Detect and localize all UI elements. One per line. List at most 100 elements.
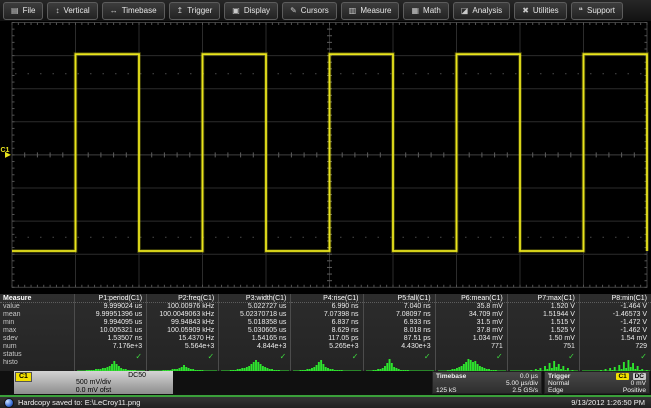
measure-sdev-cell: 1.50 mV (508, 335, 579, 343)
measure-column-p8: P8:min(C1)-1.464 V-1.46573 V-1.472 V-1.4… (579, 294, 651, 371)
measure-sdev-cell: 1.54 mV (580, 335, 651, 343)
menu-button-label: Utilities (533, 6, 559, 15)
timebase-descriptor[interactable]: Timebase 0.0 µs 5.00 µs/div 125 kS 2.5 G… (432, 371, 542, 394)
menu-button-support[interactable]: ❝Support (571, 2, 623, 20)
status-bar: Hardcopy saved to: E:\LeCroy11.png 9/13/… (0, 395, 651, 408)
file-icon: ▤ (11, 7, 19, 15)
measure-row-label: mean (0, 311, 74, 319)
measure-icon: ▥ (349, 7, 357, 15)
trigger-slope: Positive (623, 387, 646, 394)
measure-sdev-cell: 117.05 ps (291, 335, 362, 343)
measure-row-label: min (0, 319, 74, 327)
measure-column-p2: P2:freq(C1)100.00976 kHz100.0049063 kHz9… (146, 294, 218, 371)
trigger-descriptor[interactable]: Trigger C1 DC Normal 0 mV Edge Positive (544, 371, 650, 394)
support-icon: ❝ (579, 7, 583, 15)
measure-value-cell: 1.520 V (508, 303, 579, 311)
measure-mean-cell: -1.46573 V (580, 311, 651, 319)
menu-button-label: Measure (360, 6, 391, 15)
measure-column-header[interactable]: P1:period(C1) (75, 294, 146, 303)
measure-num-cell: 771 (436, 343, 507, 351)
trigger-source-badge: C1 (616, 373, 628, 380)
measure-column-header[interactable]: P3:width(C1) (219, 294, 290, 303)
menu-button-label: Cursors (301, 6, 329, 15)
measure-row-label: Measure (0, 294, 74, 303)
measure-sdev-cell: 1.034 mV (436, 335, 507, 343)
display-icon: ▣ (232, 7, 240, 15)
measure-sdev-cell: 15.4370 Hz (147, 335, 218, 343)
measure-min-cell: 1.515 V (508, 319, 579, 327)
status-message: Hardcopy saved to: E:\LeCroy11.png (18, 398, 140, 407)
menu-button-math[interactable]: ▦ Math (403, 2, 448, 20)
measure-num-cell: 4.844e+3 (219, 343, 290, 351)
measure-min-cell: 31.5 mV (436, 319, 507, 327)
datetime: 9/13/2012 1:26:50 PM (571, 398, 647, 407)
measure-row-label: num (0, 343, 74, 351)
measure-column-header[interactable]: P5:fall(C1) (364, 294, 435, 303)
measure-min-cell: 6.837 ns (291, 319, 362, 327)
menu-bar: ▤ File ↕Vertical ↔Timebase↥Trigger ▣ Display ✎… (0, 0, 651, 22)
measure-status-cell: ✓ (436, 351, 507, 359)
menu-button-vertical[interactable]: ↕Vertical (47, 2, 97, 20)
measure-column-header[interactable]: P8:min(C1) (580, 294, 651, 303)
menu-button-label: Math (423, 6, 441, 15)
measure-mean-cell: 34.709 mV (436, 311, 507, 319)
measure-column-header[interactable]: P7:max(C1) (508, 294, 579, 303)
measure-mean-cell: 7.07398 ns (291, 311, 362, 319)
menu-button-display[interactable]: ▣ Display (224, 2, 278, 20)
channel-descriptor-c1[interactable]: C1 DC50 500 mV/div 0.0 mV ofst (14, 371, 173, 394)
measure-column-header[interactable]: P4:rise(C1) (291, 294, 362, 303)
vertical-icon: ↕ (55, 7, 59, 15)
graticule: C1 (0, 22, 651, 293)
measure-sdev-cell: 1.54165 ns (219, 335, 290, 343)
measure-column-p5: P5:fall(C1)7.040 ns7.08097 ns6.933 ns8.0… (363, 294, 435, 371)
measure-max-cell: 5.030605 us (219, 327, 290, 335)
menu-button-utilities[interactable]: ✖ Utilities (514, 2, 566, 20)
channel-coupling: DC50 (128, 372, 146, 380)
math-icon: ▦ (411, 7, 419, 15)
analysis-icon: ◪ (461, 7, 469, 15)
measure-sdev-cell: 87.51 ps (364, 335, 435, 343)
channel-offset: 0.0 mV ofst (14, 387, 173, 395)
measure-status-cell: ✓ (75, 351, 146, 359)
menu-button-label: File (23, 6, 36, 15)
measure-num-cell: 4.430e+3 (364, 343, 435, 351)
measure-column-p4: P4:rise(C1)6.990 ns7.07398 ns6.837 ns8.6… (290, 294, 362, 371)
trigger-label: Trigger (548, 373, 570, 380)
measure-min-cell: 9.994095 us (75, 319, 146, 327)
menu-button-measure[interactable]: ▥Measure (341, 2, 400, 20)
measure-column-p1: P1:period(C1)9.999024 us9.99951396 us9.9… (74, 294, 146, 371)
timebase-offset: 0.0 µs (520, 373, 538, 380)
menu-button-cursors[interactable]: ✎Cursors (282, 2, 337, 20)
timebase-samples: 125 kS (436, 387, 457, 394)
trigger-level: 0 mV (631, 380, 646, 387)
channel-badge: C1 (15, 372, 32, 382)
measure-row-label: max (0, 327, 74, 335)
measure-num-cell: 7.176e+3 (75, 343, 146, 351)
measure-mean-cell: 9.99951396 us (75, 311, 146, 319)
measure-mean-cell: 100.0049063 kHz (147, 311, 218, 319)
trigger-icon: ↥ (177, 7, 184, 15)
menu-button-label: Timebase (122, 6, 157, 15)
trigger-mode: Normal (548, 380, 569, 387)
utilities-icon: ✖ (522, 7, 529, 15)
measure-status-cell: ✓ (219, 351, 290, 359)
menu-button-file[interactable]: ▤ File (3, 2, 43, 20)
measure-max-cell: 37.8 mV (436, 327, 507, 335)
measure-status-cell: ✓ (508, 351, 579, 359)
menu-button-label: Display (244, 6, 270, 15)
measure-status-cell: ✓ (580, 351, 651, 359)
measure-min-cell: 99.94843 kHz (147, 319, 218, 327)
oscilloscope-screen: ▤File↕Vertical↔Timebase↥Trigger▣Display✎… (0, 0, 651, 408)
measure-min-cell: 6.933 ns (364, 319, 435, 327)
measure-value-cell: 9.999024 us (75, 303, 146, 311)
measure-column-header[interactable]: P6:mean(C1) (436, 294, 507, 303)
measure-row-label: value (0, 303, 74, 311)
measure-min-cell: 5.018358 us (219, 319, 290, 327)
menu-button-analysis[interactable]: ◪Analysis (453, 2, 510, 20)
measure-column-p7: P7:max(C1)1.520 V1.51944 V1.515 V1.525 V… (507, 294, 579, 371)
menu-button-timebase[interactable]: ↔Timebase (102, 2, 165, 20)
measure-row-label: status (0, 351, 74, 359)
measure-column-header[interactable]: P2:freq(C1) (147, 294, 218, 303)
menu-button-trigger[interactable]: ↥Trigger (169, 2, 221, 20)
waveform-display[interactable]: C1 (0, 22, 651, 293)
